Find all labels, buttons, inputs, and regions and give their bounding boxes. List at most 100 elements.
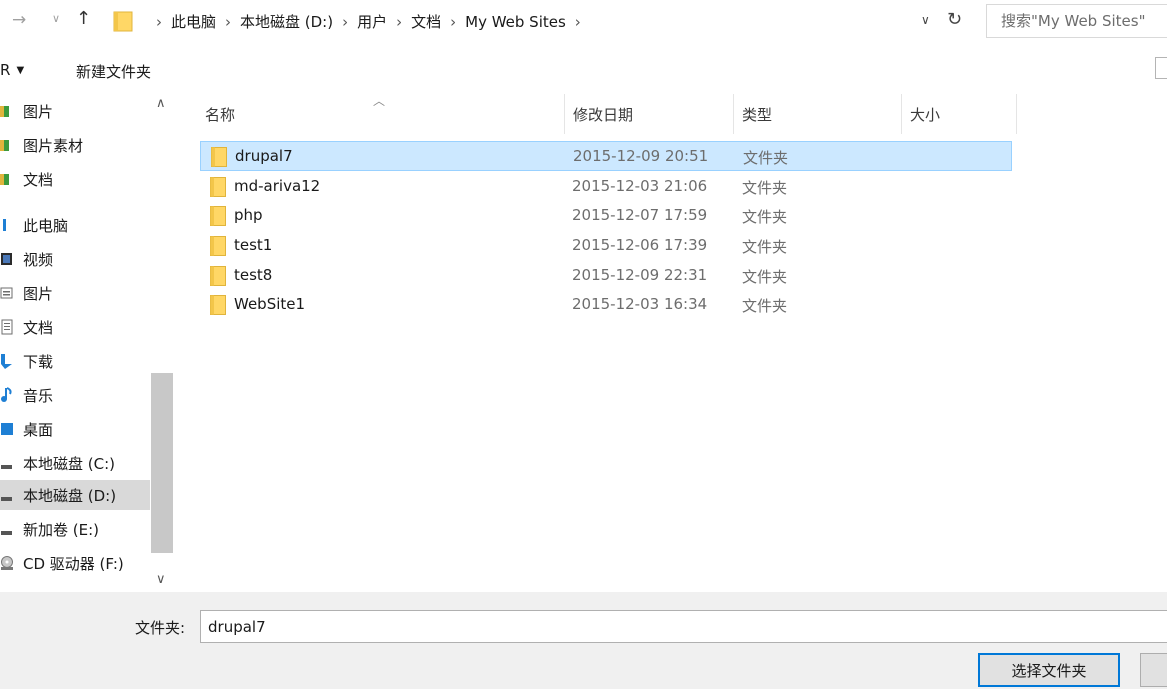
nav-item-label: 文档 xyxy=(23,170,54,189)
drive-icon xyxy=(1,465,12,469)
breadcrumb-separator[interactable]: › xyxy=(575,13,581,31)
file-type: 文件夹 xyxy=(743,149,789,167)
drive-icon xyxy=(1,497,12,501)
table-row[interactable]: WebSite1 2015-12-03 16:34 文件夹 xyxy=(200,290,1012,320)
address-dropdown-chevron-icon[interactable]: ∨ xyxy=(921,13,930,27)
column-divider[interactable] xyxy=(564,94,565,134)
file-name: WebSite1 xyxy=(234,295,306,313)
folder-icon xyxy=(113,11,133,32)
folder-icon xyxy=(210,236,226,256)
breadcrumb-documents[interactable]: 文档 xyxy=(411,11,441,32)
pictures-quick-access-icon xyxy=(0,106,9,117)
table-row[interactable]: md-ariva12 2015-12-03 21:06 文件夹 xyxy=(200,172,1012,202)
folder-icon xyxy=(210,206,226,226)
organize-label: R xyxy=(0,61,11,79)
navigation-pane[interactable]: 图片 图片素材 文档 此电脑 视频 图片 文档 下载 音乐 桌面 本地磁盘 (C… xyxy=(0,94,176,592)
file-list[interactable]: ︿ 名称 修改日期 类型 大小 drupal7 2015-12-09 20:51… xyxy=(176,94,1167,592)
dropdown-caret-icon: ▼ xyxy=(16,65,25,76)
nav-item-label: 下载 xyxy=(23,352,54,371)
address-bar[interactable]: › 此电脑 › 本地磁盘 (D:) › 用户 › 文档 › My Web Sit… xyxy=(107,5,971,38)
breadcrumb-users[interactable]: 用户 xyxy=(357,11,387,32)
nav-item-drive-c[interactable]: 本地磁盘 (C:) xyxy=(0,448,115,478)
nav-item-label: 图片 xyxy=(23,284,54,303)
breadcrumb-separator[interactable]: › xyxy=(156,13,162,31)
scroll-up-chevron-icon[interactable]: ∧ xyxy=(156,96,166,111)
table-row[interactable]: test8 2015-12-09 22:31 文件夹 xyxy=(200,261,1012,291)
file-name: php xyxy=(234,206,263,224)
back-arrow-icon[interactable]: → xyxy=(12,10,26,30)
column-header-name[interactable]: 名称 xyxy=(205,94,235,134)
column-header-type[interactable]: 类型 xyxy=(742,94,772,134)
breadcrumb-drive-d[interactable]: 本地磁盘 (D:) xyxy=(240,11,333,32)
dialog-footer: 文件夹: 选择文件夹 xyxy=(0,592,1167,689)
column-divider[interactable] xyxy=(901,94,902,134)
folder-icon xyxy=(210,177,226,197)
search-box[interactable] xyxy=(986,4,1167,38)
organize-menu-button[interactable]: R ▼ xyxy=(0,61,24,79)
file-modified-date: 2015-12-09 22:31 xyxy=(572,266,708,284)
nav-item-picture-materials[interactable]: 图片素材 xyxy=(0,130,83,160)
nav-item-desktop[interactable]: 桌面 xyxy=(0,414,53,444)
column-divider[interactable] xyxy=(733,94,734,134)
file-name: drupal7 xyxy=(235,147,293,165)
address-row: → ∨ ↑ › 此电脑 › 本地磁盘 (D:) › 用户 › 文档 › My W… xyxy=(0,0,1167,44)
file-name: test1 xyxy=(234,236,273,254)
nav-item-documents-quick[interactable]: 文档 xyxy=(0,164,53,194)
nav-item-label: 图片素材 xyxy=(23,136,84,155)
nav-item-documents[interactable]: 文档 xyxy=(0,312,53,342)
folder-name-label: 文件夹: xyxy=(135,619,186,637)
search-input[interactable] xyxy=(987,5,1167,37)
breadcrumb-separator[interactable]: › xyxy=(225,13,231,31)
documents-quick-access-icon xyxy=(0,174,9,185)
breadcrumb-separator[interactable]: › xyxy=(450,13,456,31)
nav-scrollbar-thumb[interactable] xyxy=(151,373,173,553)
file-name: md-ariva12 xyxy=(234,177,321,195)
nav-item-pictures-quick[interactable]: 图片 xyxy=(0,96,53,126)
refresh-icon[interactable]: ↻ xyxy=(947,9,962,30)
folder-quick-access-icon xyxy=(0,140,9,151)
toolbar: R ▼ 新建文件夹 xyxy=(0,44,1167,94)
file-modified-date: 2015-12-03 16:34 xyxy=(572,295,708,313)
nav-item-label: 音乐 xyxy=(23,386,54,405)
nav-item-label: 新加卷 (E:) xyxy=(23,520,100,539)
nav-item-label: 视频 xyxy=(23,250,54,269)
desktop-icon xyxy=(1,423,13,435)
folder-icon xyxy=(211,147,227,167)
breadcrumb-separator[interactable]: › xyxy=(342,13,348,31)
nav-item-music[interactable]: 音乐 xyxy=(0,380,53,410)
file-modified-date: 2015-12-09 20:51 xyxy=(573,147,709,165)
nav-item-pictures[interactable]: 图片 xyxy=(0,278,53,308)
table-row[interactable]: drupal7 2015-12-09 20:51 文件夹 xyxy=(200,141,1012,171)
folder-name-input[interactable] xyxy=(201,611,1167,642)
table-row[interactable]: test1 2015-12-06 17:39 文件夹 xyxy=(200,231,1012,261)
sort-ascending-chevron-icon: ︿ xyxy=(373,94,386,108)
column-divider[interactable] xyxy=(1016,94,1017,134)
recent-locations-chevron-icon[interactable]: ∨ xyxy=(52,12,60,25)
scroll-down-chevron-icon[interactable]: ∨ xyxy=(156,572,166,587)
column-header-size[interactable]: 大小 xyxy=(910,94,940,134)
file-type: 文件夹 xyxy=(742,297,788,315)
up-arrow-icon[interactable]: ↑ xyxy=(76,8,91,29)
breadcrumb-my-web-sites[interactable]: My Web Sites xyxy=(465,13,566,31)
folder-name-field[interactable] xyxy=(200,610,1167,643)
nav-item-this-pc[interactable]: 此电脑 xyxy=(0,210,68,240)
breadcrumb-separator[interactable]: › xyxy=(396,13,402,31)
file-type: 文件夹 xyxy=(742,268,788,286)
cancel-button[interactable] xyxy=(1140,653,1167,687)
videos-icon xyxy=(1,253,12,265)
nav-item-drive-e[interactable]: 新加卷 (E:) xyxy=(0,514,99,544)
select-folder-button[interactable]: 选择文件夹 xyxy=(978,653,1120,687)
table-row[interactable]: php 2015-12-07 17:59 文件夹 xyxy=(200,201,1012,231)
nav-item-cd-drive-f[interactable]: CD 驱动器 (F:) xyxy=(0,548,124,578)
view-options-icon[interactable] xyxy=(1155,57,1167,79)
nav-item-videos[interactable]: 视频 xyxy=(0,244,53,274)
new-folder-button[interactable]: 新建文件夹 xyxy=(76,61,151,82)
nav-item-label: 桌面 xyxy=(23,420,54,439)
column-header-date[interactable]: 修改日期 xyxy=(573,94,633,134)
nav-item-downloads[interactable]: 下载 xyxy=(0,346,53,376)
music-icon xyxy=(1,387,12,402)
breadcrumb-this-pc[interactable]: 此电脑 xyxy=(171,11,216,32)
file-type: 文件夹 xyxy=(742,208,788,226)
nav-item-drive-d[interactable]: 本地磁盘 (D:) xyxy=(0,480,150,510)
nav-item-label: 本地磁盘 (D:) xyxy=(23,486,117,505)
